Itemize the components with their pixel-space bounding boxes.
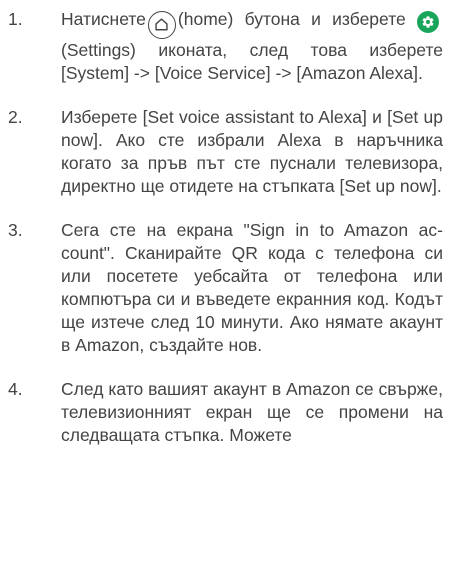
step-1: 1. Натиснете (home) бутона и изберете (Se… [0,8,443,85]
step-number: 2. [8,106,23,127]
steps-list: 1. Натиснете (home) бутона и изберете (Se… [0,8,443,447]
step-2: 2. Изберете [Set voice assistant to Alex… [0,106,443,198]
step-3: 3. Сега сте на екрана "Sign in to Amazon… [0,219,443,357]
step-number: 3. [8,219,23,240]
home-label: (home) бутона и изберете [177,9,406,29]
step-text: Сега сте на екрана "Sign in to Amazon ac… [61,219,443,355]
step-number: 4. [8,378,23,399]
settings-label: (Settings) иконата, след това изберете [… [61,39,443,83]
gear-icon [416,11,439,33]
step-text: Изберете [Set voice assistant to Alexa] … [61,106,443,196]
instructions-document: 1. Натиснете (home) бутона и изберете (Se… [0,0,451,561]
home-icon [147,10,176,39]
step-text-before-home: Натиснете [61,9,146,29]
step-4: 4. След като вашият акаунт в Amazon се с… [0,378,443,447]
step-text: След като вашият акаунт в Amazon се свър… [61,378,443,445]
step-text: Натиснете (home) бутона и изберете (Setti… [61,8,443,85]
step-number: 1. [8,9,23,29]
